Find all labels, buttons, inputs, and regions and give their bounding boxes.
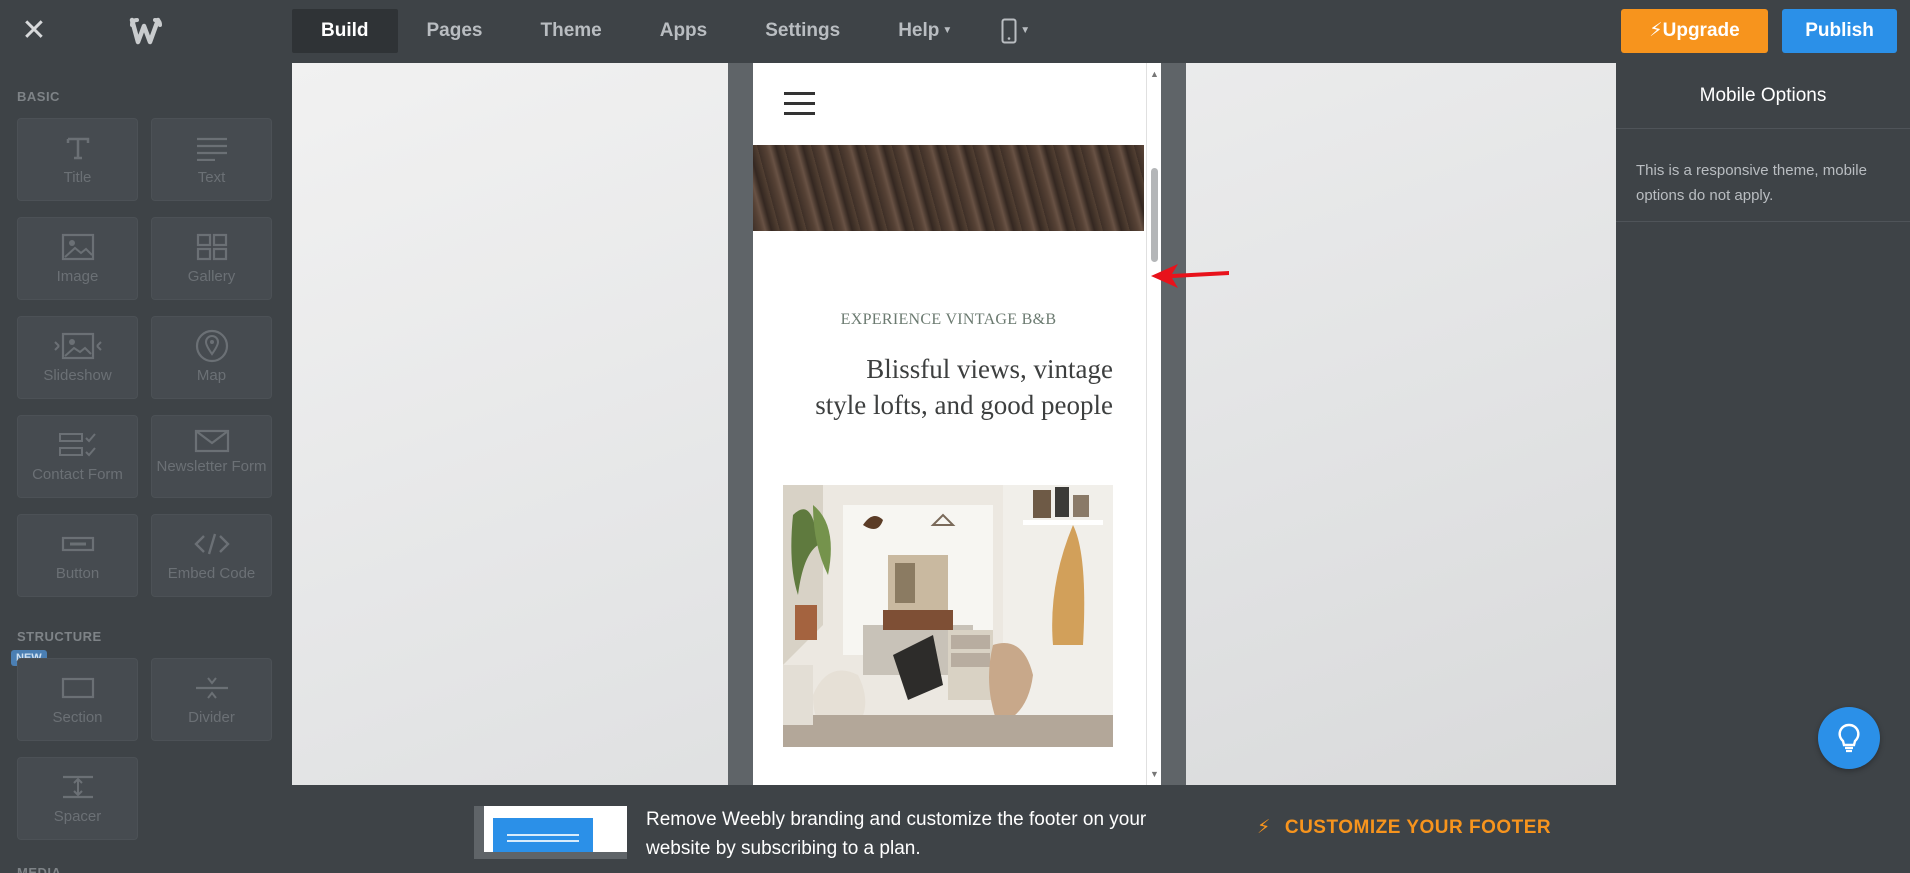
tab-pages[interactable]: Pages: [398, 9, 512, 53]
customize-footer-link[interactable]: ⚡ CUSTOMIZE YOUR FOOTER: [1257, 816, 1551, 839]
element-embed-code[interactable]: Embed Code: [151, 514, 272, 597]
panel-divider: [1616, 221, 1910, 222]
chevron-down-icon: ▼: [1020, 25, 1031, 36]
scroll-down-arrow-icon[interactable]: ▼: [1150, 769, 1159, 779]
main-nav: Build Pages Theme Apps Settings Help ▼ ▼: [292, 9, 1050, 53]
banner-message: Remove Weebly branding and customize the…: [646, 809, 1147, 859]
element-label: Button: [55, 565, 100, 582]
preview-headline[interactable]: Blissful views, vintage style lofts, and…: [783, 351, 1113, 423]
publish-button[interactable]: Publish: [1782, 9, 1897, 53]
title-icon: [18, 131, 137, 165]
envelope-icon: [152, 424, 271, 458]
element-label: Contact Form: [32, 466, 123, 483]
element-label: Divider: [188, 709, 235, 726]
element-label: Embed Code: [167, 565, 256, 582]
contact-form-icon: [18, 428, 137, 462]
lightbulb-icon: [1838, 723, 1860, 753]
element-section[interactable]: Section: [17, 658, 138, 741]
element-slideshow[interactable]: Slideshow: [17, 316, 138, 399]
element-map[interactable]: Map: [151, 316, 272, 399]
hero-image[interactable]: [753, 145, 1144, 231]
editor-canvas[interactable]: EXPERIENCE VINTAGE B&B Blissful views, v…: [292, 63, 1616, 785]
tab-help-label: Help: [898, 20, 940, 42]
elements-sidebar: BASIC Title Text Image Gallery Slideshow: [0, 63, 292, 873]
element-label: Gallery: [187, 268, 236, 285]
divider-icon: [152, 671, 271, 705]
element-text[interactable]: Text: [151, 118, 272, 201]
tab-settings[interactable]: Settings: [736, 9, 869, 53]
tab-apps[interactable]: Apps: [631, 9, 737, 53]
slideshow-icon: [18, 329, 137, 363]
lightning-icon: ⚡: [1649, 20, 1663, 41]
upgrade-button[interactable]: ⚡Upgrade: [1621, 9, 1768, 53]
element-label: Spacer: [53, 808, 102, 825]
scrollbar-thumb[interactable]: [1151, 168, 1158, 262]
panel-title: Mobile Options: [1699, 85, 1827, 106]
panel-divider: [1616, 128, 1910, 129]
close-icon[interactable]: ✕: [20, 16, 48, 46]
customize-footer-label: CUSTOMIZE YOUR FOOTER: [1284, 817, 1552, 838]
headline-line-2: style lofts, and good people: [815, 390, 1113, 420]
element-image[interactable]: Image: [17, 217, 138, 300]
image-icon: [18, 230, 137, 264]
weebly-logo[interactable]: [128, 16, 164, 46]
element-label: Map: [196, 367, 227, 384]
element-gallery[interactable]: Gallery: [151, 217, 272, 300]
mobile-phone-icon: [1001, 18, 1017, 44]
element-label: Newsletter Form: [156, 458, 267, 475]
element-label: Text: [197, 169, 226, 186]
tab-theme[interactable]: Theme: [511, 9, 630, 53]
element-title[interactable]: Title: [17, 118, 138, 201]
top-bar: ✕ Build Pages Theme Apps Settings Help ▼ …: [0, 0, 1910, 63]
panel-message: This is a responsive theme, mobile optio…: [1636, 162, 1867, 204]
section-label-media: MEDIA: [17, 865, 62, 873]
section-label-structure: STRUCTURE: [17, 629, 102, 644]
text-icon: [152, 131, 271, 165]
lightning-icon: ⚡: [1257, 817, 1271, 838]
element-label: Slideshow: [43, 367, 112, 384]
button-icon: [18, 527, 137, 561]
interior-photo[interactable]: [783, 485, 1113, 747]
gallery-icon: [152, 230, 271, 264]
chevron-down-icon: ▼: [942, 25, 953, 36]
element-label: Section: [52, 709, 103, 726]
element-spacer[interactable]: Spacer: [17, 757, 138, 840]
element-contact-form[interactable]: Contact Form: [17, 415, 138, 498]
preview-eyebrow[interactable]: EXPERIENCE VINTAGE B&B: [753, 311, 1144, 329]
device-toggle[interactable]: ▼: [981, 9, 1050, 53]
preview-scrollbar[interactable]: ▲ ▼: [1146, 63, 1161, 785]
upgrade-label: Upgrade: [1662, 20, 1740, 41]
hamburger-menu-icon[interactable]: [784, 92, 815, 116]
footer-preview-thumbnail: [474, 806, 627, 859]
map-pin-icon: [152, 329, 271, 363]
element-label: Image: [56, 268, 99, 285]
scroll-up-arrow-icon[interactable]: ▲: [1150, 69, 1159, 79]
annotation-arrow-icon: [1151, 264, 1229, 288]
element-divider[interactable]: Divider: [151, 658, 272, 741]
element-newsletter-form[interactable]: Newsletter Form: [151, 415, 272, 498]
element-button[interactable]: Button: [17, 514, 138, 597]
code-icon: [152, 527, 271, 561]
headline-line-1: Blissful views, vintage: [866, 354, 1113, 384]
section-label-basic: BASIC: [17, 89, 60, 104]
tab-build[interactable]: Build: [292, 9, 398, 53]
spacer-icon: [18, 770, 137, 804]
tab-help[interactable]: Help ▼: [869, 9, 981, 53]
element-label: Title: [63, 169, 92, 186]
footer-upsell-banner: Remove Weebly branding and customize the…: [292, 785, 1616, 873]
section-icon: [18, 671, 137, 705]
lightbulb-help-button[interactable]: [1818, 707, 1880, 769]
mobile-preview-screen[interactable]: EXPERIENCE VINTAGE B&B Blissful views, v…: [753, 63, 1161, 785]
